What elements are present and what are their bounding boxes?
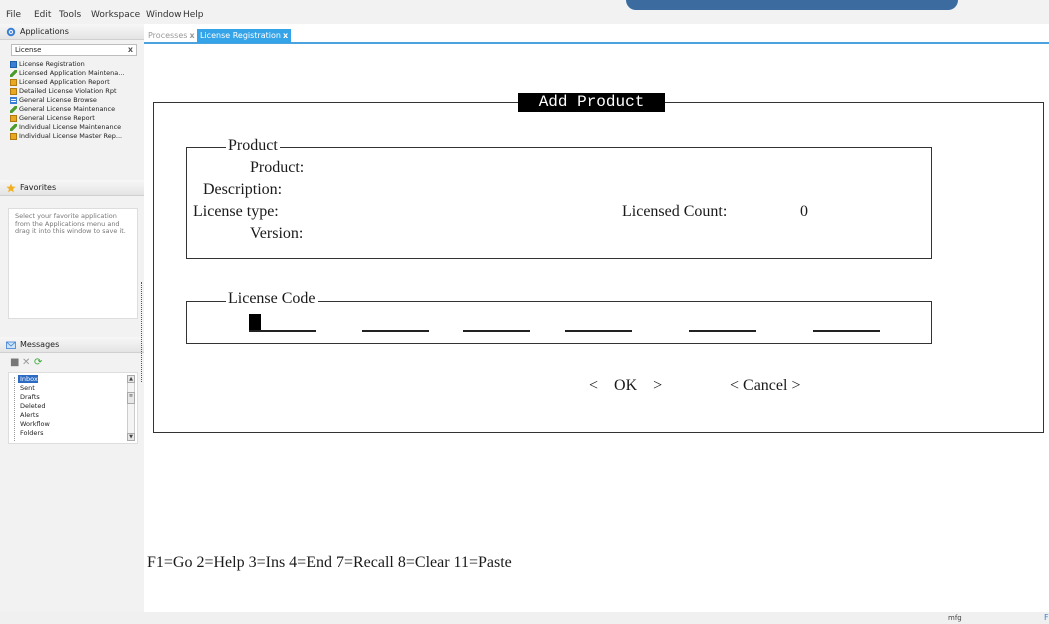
terminal-screen[interactable]: Add Product Product Product: Description…: [144, 46, 1049, 612]
app-item-license-registration[interactable]: License Registration: [10, 60, 142, 69]
menu-bar: File Edit Tools Workspace Window Help: [0, 0, 1049, 24]
app-item-label: Individual License Maintenance: [19, 123, 122, 131]
app-item-label: Licensed Application Maintena...: [19, 69, 125, 77]
ok-button[interactable]: < OK >: [589, 377, 662, 395]
favorites-drop-area[interactable]: Select your favorite application from th…: [8, 208, 138, 319]
product-group-label: Product: [226, 137, 280, 155]
menu-tools[interactable]: Tools: [59, 10, 81, 20]
app-item-general-license-maintenance[interactable]: General License Maintenance: [10, 105, 142, 114]
folder-alerts[interactable]: Alerts: [18, 411, 39, 419]
app-item-licensed-application-maintenance[interactable]: Licensed Application Maintena...: [10, 69, 142, 78]
app-item-general-license-report[interactable]: General License Report: [10, 114, 142, 123]
app-item-label: Detailed License Violation Rpt: [19, 87, 117, 95]
app-item-individual-license-master-report[interactable]: Individual License Master Rep...: [10, 132, 142, 141]
delete-icon[interactable]: ✕: [22, 357, 30, 368]
menu-file[interactable]: File: [6, 10, 21, 20]
favorites-header-label: Favorites: [20, 183, 57, 192]
license-code-field-6[interactable]: [813, 330, 880, 332]
version-label: Version:: [250, 225, 304, 242]
envelope-icon: [6, 341, 16, 349]
form-title: Add Product: [518, 93, 665, 112]
app-item-label: Licensed Application Report: [19, 78, 110, 86]
refresh-icon[interactable]: ⟳: [34, 357, 42, 368]
report-icon: [10, 115, 17, 122]
tree-scrollbar[interactable]: ▲ ≡ ▼: [127, 375, 135, 441]
license-code-group-label: License Code: [226, 290, 318, 308]
messages-toolbar: ■ ✕ ⟳: [10, 357, 50, 369]
licensed-count-label: Licensed Count:: [622, 203, 728, 220]
tree-connector: [14, 377, 15, 441]
report-icon: [10, 79, 17, 86]
scroll-up-icon[interactable]: ▲: [127, 375, 135, 383]
messages-header[interactable]: Messages: [0, 337, 144, 353]
applications-list: License Registration Licensed Applicatio…: [10, 60, 142, 141]
pen-icon: [10, 124, 17, 131]
app-item-label: License Registration: [19, 60, 85, 68]
license-type-label: License type:: [193, 203, 279, 220]
app-item-label: Individual License Master Rep...: [19, 132, 123, 140]
app-item-label: General License Browse: [19, 96, 97, 104]
folder-drafts[interactable]: Drafts: [18, 393, 40, 401]
app-item-label: General License Maintenance: [19, 105, 116, 113]
menu-edit[interactable]: Edit: [34, 10, 51, 20]
app-item-label: General License Report: [19, 114, 95, 122]
cancel-button[interactable]: < Cancel >: [730, 377, 800, 395]
applications-header[interactable]: Applications: [0, 24, 144, 40]
folder-deleted[interactable]: Deleted: [18, 402, 45, 410]
license-code-field-2[interactable]: [362, 330, 429, 332]
license-code-field-4[interactable]: [565, 330, 632, 332]
messages-header-label: Messages: [20, 340, 60, 349]
app-search-input[interactable]: License x: [11, 44, 137, 56]
text-cursor: [249, 314, 261, 330]
license-code-field-5[interactable]: [689, 330, 756, 332]
app-search-value: License: [15, 46, 42, 54]
top-decoration-bar: [626, 0, 958, 10]
screen-icon: [10, 61, 17, 68]
applications-header-label: Applications: [20, 27, 69, 36]
folder-sent[interactable]: Sent: [18, 384, 35, 392]
pen-icon: [10, 106, 17, 113]
menu-workspace[interactable]: Workspace: [91, 10, 140, 20]
pen-icon: [10, 70, 17, 77]
folder-workflow[interactable]: Workflow: [18, 420, 50, 428]
license-code-field-3[interactable]: [463, 330, 530, 332]
scroll-thumb[interactable]: ≡: [127, 392, 135, 404]
license-code-field-1[interactable]: [249, 330, 316, 332]
status-bar: mfg F: [0, 612, 1049, 624]
description-label: Description:: [203, 181, 283, 198]
report-icon: [10, 88, 17, 95]
panel-splitter[interactable]: [141, 282, 142, 382]
star-icon: [6, 183, 16, 193]
messages-folder-tree: Inbox Sent Drafts Deleted Alerts Workflo…: [8, 372, 138, 444]
status-indicator: F: [1044, 613, 1049, 622]
report-icon: [10, 133, 17, 140]
tab-processes-label: Processes: [148, 31, 188, 40]
left-panel: Applications License x License Registrat…: [0, 24, 144, 612]
tab-bar: Processes x License Registration x: [144, 24, 1049, 44]
favorites-hint: Select your favorite application from th…: [15, 212, 126, 235]
tab-license-registration[interactable]: License Registration x: [197, 29, 292, 43]
app-item-general-license-browse[interactable]: General License Browse: [10, 96, 142, 105]
close-icon[interactable]: x: [189, 31, 194, 40]
list-icon: [10, 97, 17, 104]
app-item-detailed-license-violation[interactable]: Detailed License Violation Rpt: [10, 87, 142, 96]
function-key-help: F1=Go 2=Help 3=Ins 4=End 7=Recall 8=Clea…: [147, 554, 512, 571]
folder-folders[interactable]: Folders: [18, 429, 43, 437]
gear-icon: [6, 27, 16, 37]
licensed-count-value: 0: [800, 203, 808, 220]
tab-processes[interactable]: Processes x: [145, 29, 198, 43]
favorites-header[interactable]: Favorites: [0, 180, 144, 196]
tab-license-label: License Registration: [200, 31, 281, 40]
app-item-licensed-application-report[interactable]: Licensed Application Report: [10, 78, 142, 87]
clear-search-icon[interactable]: x: [128, 45, 133, 55]
status-user: mfg: [948, 614, 962, 622]
scroll-down-icon[interactable]: ▼: [127, 433, 135, 441]
folder-icon[interactable]: ■: [10, 357, 19, 368]
app-item-individual-license-maintenance[interactable]: Individual License Maintenance: [10, 123, 142, 132]
menu-window[interactable]: Window: [146, 10, 182, 20]
close-icon[interactable]: x: [283, 31, 288, 40]
folder-inbox[interactable]: Inbox: [18, 375, 38, 383]
product-label: Product:: [250, 159, 305, 176]
menu-help[interactable]: Help: [183, 10, 204, 20]
